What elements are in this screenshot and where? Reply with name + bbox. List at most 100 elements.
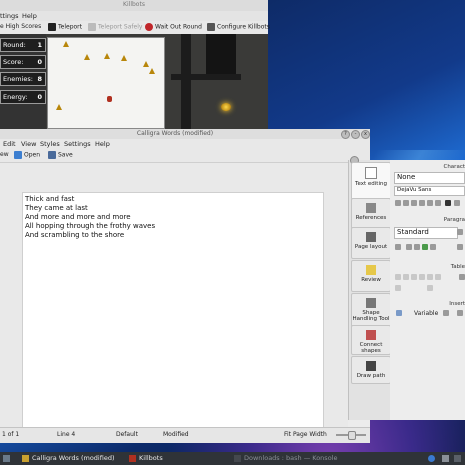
menu-view[interactable]: View xyxy=(21,140,36,148)
document-line[interactable]: Thick and fast xyxy=(25,195,74,203)
lamp-icon xyxy=(221,103,231,111)
paragraph-style-status: Default xyxy=(116,431,138,438)
align-center-icon[interactable] xyxy=(414,244,420,250)
teleport-icon xyxy=(48,23,56,31)
table-merge-icon[interactable] xyxy=(435,274,441,280)
tab-connect-shapes[interactable]: Connect shapes xyxy=(351,325,391,355)
menu-settings[interactable]: ttings xyxy=(0,12,19,20)
paragraph-style-select[interactable]: Standard xyxy=(394,227,458,239)
document-page[interactable]: Thick and fast They came at last And mor… xyxy=(22,192,324,429)
italic-icon[interactable] xyxy=(403,200,409,206)
variable-button[interactable]: Variable xyxy=(414,310,438,317)
underline-icon[interactable] xyxy=(411,200,417,206)
menu-styles[interactable]: Styles xyxy=(40,140,60,148)
bold-icon[interactable] xyxy=(395,200,401,206)
configure-killbots-button[interactable]: Configure Killbots xyxy=(207,23,270,32)
document-line[interactable]: They came at last xyxy=(25,204,88,212)
expand-tray-icon[interactable] xyxy=(454,454,464,463)
calligra-words-icon xyxy=(22,454,29,462)
high-scores-button[interactable]: e High Scores xyxy=(0,23,41,32)
insert-footnote-icon[interactable] xyxy=(396,310,402,316)
tab-page-layout[interactable]: Page layout xyxy=(351,227,391,259)
window-title: Calligra Words (modified) xyxy=(136,130,214,137)
killbots-window: Killbots ttings Help e High Scores Telep… xyxy=(0,0,270,130)
menu-edit[interactable]: Edit xyxy=(3,140,16,148)
table-column-right-icon[interactable] xyxy=(419,274,425,280)
align-left-icon[interactable] xyxy=(406,244,412,250)
tab-draw-path[interactable]: Draw path xyxy=(351,356,391,384)
wait-out-round-button[interactable]: Wait Out Round xyxy=(145,23,202,32)
connect-shapes-icon xyxy=(366,330,376,340)
table-row-below-icon[interactable] xyxy=(403,274,409,280)
table-delete-icon[interactable] xyxy=(427,274,433,280)
taskbar-item-calligra-words[interactable]: Calligra Words (modified) xyxy=(22,454,114,463)
zoom-slider-handle[interactable] xyxy=(348,431,356,440)
pipe-vertical xyxy=(181,34,191,130)
subscript-icon[interactable] xyxy=(435,200,441,206)
minimize-icon[interactable]: - xyxy=(351,130,360,139)
menu-help[interactable]: Help xyxy=(95,140,110,148)
highlight-icon[interactable] xyxy=(454,200,460,206)
taskbar-menu-icon[interactable] xyxy=(3,454,13,463)
strikethrough-icon[interactable] xyxy=(419,200,425,206)
references-icon xyxy=(366,203,376,213)
menu-help[interactable]: Help xyxy=(22,12,37,20)
game-arena[interactable] xyxy=(47,37,165,129)
indent-decrease-icon[interactable] xyxy=(430,244,436,250)
pipe-horizontal xyxy=(171,74,241,80)
close-icon[interactable]: x xyxy=(361,130,370,139)
round-stat: Round: 1 xyxy=(0,38,46,52)
document-line[interactable]: All hopping through the frothy waves xyxy=(25,222,155,230)
table-split-icon[interactable] xyxy=(395,285,401,291)
teleport-safely-button[interactable]: Teleport Safely xyxy=(88,23,142,32)
list-style-icon[interactable] xyxy=(395,244,401,250)
document-line[interactable]: And more and more and more xyxy=(25,213,131,221)
character-style-select[interactable]: None xyxy=(394,172,465,184)
insert-section-title: Insert xyxy=(449,301,465,307)
tool-docker-tabs: Text editing References Page layout Revi… xyxy=(348,156,391,420)
table-row-above-icon[interactable] xyxy=(395,274,401,280)
text-editing-panel: Charact None DejaVu Sans Paragra Standar… xyxy=(390,160,465,420)
clipboard-icon[interactable] xyxy=(442,454,452,463)
hero-icon xyxy=(107,96,112,102)
paragraph-more-icon[interactable] xyxy=(457,244,463,250)
text-color-icon[interactable] xyxy=(445,200,451,206)
table-border-icon[interactable] xyxy=(427,285,433,291)
indent-increase-icon[interactable] xyxy=(422,244,428,250)
words-menubar: Edit View Styles Settings Help xyxy=(0,139,370,148)
superscript-icon[interactable] xyxy=(427,200,433,206)
window-title: Killbots xyxy=(123,1,145,8)
insert-more-icon[interactable] xyxy=(457,310,463,316)
teleport-safely-icon xyxy=(88,23,96,31)
new-button[interactable]: ew xyxy=(0,151,9,160)
menu-settings[interactable]: Settings xyxy=(64,140,91,148)
taskbar: Calligra Words (modified) Killbots Downl… xyxy=(0,452,465,465)
insert-table-icon[interactable] xyxy=(459,274,465,280)
open-button[interactable]: Open xyxy=(14,151,40,160)
paragraph-options-icon[interactable] xyxy=(457,229,463,235)
killbot-icon xyxy=(121,55,127,61)
insert-special-char-icon[interactable] xyxy=(443,310,449,316)
tab-text-editing[interactable]: Text editing xyxy=(351,162,391,200)
save-button[interactable]: Save xyxy=(48,151,73,160)
taskbar-item-konsole[interactable]: Downloads : bash — Konsole xyxy=(234,454,337,463)
table-section-title: Table xyxy=(450,264,465,270)
teleport-button[interactable]: Teleport xyxy=(48,23,82,32)
table-column-left-icon[interactable] xyxy=(411,274,417,280)
font-family-select[interactable]: DejaVu Sans xyxy=(394,186,465,196)
tab-review[interactable]: Review xyxy=(351,260,391,292)
killbot-icon xyxy=(63,41,69,47)
save-icon xyxy=(48,151,56,159)
help-icon[interactable]: ? xyxy=(341,130,350,139)
document-line[interactable]: And scrambling to the shore xyxy=(25,231,124,239)
energy-stat: Energy: 0 xyxy=(0,90,46,104)
killbots-toolbar: e High Scores Teleport Teleport Safely W… xyxy=(0,21,270,35)
enemies-stat: Enemies: 8 xyxy=(0,72,46,86)
killbot-icon xyxy=(149,68,155,74)
paragraph-section-title: Paragra xyxy=(443,217,465,223)
zoom-mode[interactable]: Fit Page Width xyxy=(284,431,327,438)
network-icon[interactable] xyxy=(428,454,438,463)
killbot-icon xyxy=(104,53,110,59)
taskbar-item-killbots[interactable]: Killbots xyxy=(129,454,163,463)
status-bar: 1 of 1 Line 4 Default Modified Fit Page … xyxy=(0,427,370,443)
